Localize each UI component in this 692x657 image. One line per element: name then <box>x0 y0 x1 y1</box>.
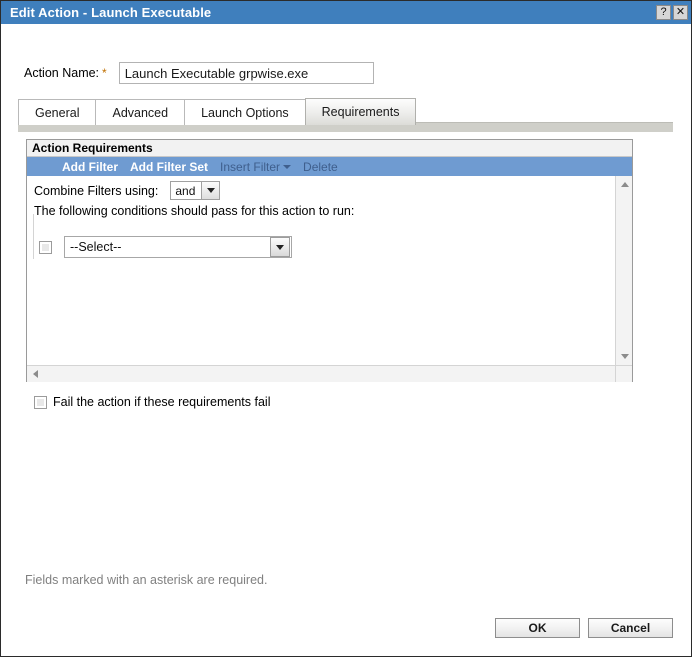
tab-requirements-label: Requirements <box>321 105 400 119</box>
fail-action-checkbox[interactable] <box>34 395 47 409</box>
add-filter-set-button[interactable]: Add Filter Set <box>130 160 208 174</box>
cancel-button[interactable]: Cancel <box>588 618 673 638</box>
help-icon[interactable]: ? <box>656 5 671 20</box>
tab-launch-options[interactable]: Launch Options <box>184 99 306 125</box>
filter-row: --Select-- <box>27 236 632 258</box>
scroll-down-icon[interactable] <box>616 348 633 365</box>
scrollbar-corner <box>615 365 632 382</box>
tab-strip: General Advanced Launch Options Requirem… <box>1 98 691 132</box>
fail-action-row: Fail the action if these requirements fa… <box>34 395 270 409</box>
panel-body: Combine Filters using: and The following… <box>27 176 632 382</box>
combine-operator-select[interactable]: and <box>170 181 221 200</box>
tab-general-label: General <box>35 105 80 120</box>
chevron-down-icon <box>201 182 220 199</box>
filter-row-checkbox[interactable] <box>39 240 52 254</box>
fail-action-label: Fail the action if these requirements fa… <box>53 395 271 409</box>
tab-advanced-label: Advanced <box>112 105 169 120</box>
action-requirements-panel: Action Requirements Add Filter Add Filte… <box>26 139 633 382</box>
conditions-hint: The following conditions should pass for… <box>34 204 355 218</box>
tab-launch-options-label: Launch Options <box>201 105 289 120</box>
combine-filters-row: Combine Filters using: and <box>27 176 632 200</box>
tab-requirements[interactable]: Requirements <box>304 98 417 125</box>
scroll-left-icon[interactable] <box>27 366 44 382</box>
panel-header: Action Requirements <box>27 140 632 157</box>
filter-condition-value: --Select-- <box>70 240 122 254</box>
required-fields-note: Fields marked with an asterisk are requi… <box>25 573 268 587</box>
insert-filter-button[interactable]: Insert Filter <box>220 159 292 174</box>
chevron-down-icon <box>283 165 292 170</box>
title-bar-buttons: ? ✕ <box>656 5 688 20</box>
action-name-label: Action Name: <box>24 66 100 80</box>
title-bar: Edit Action - Launch Executable ? ✕ <box>1 1 691 24</box>
combine-filters-label: Combine Filters using: <box>34 183 159 198</box>
filter-toolbar: Add Filter Add Filter Set Insert Filter … <box>27 157 632 176</box>
panel-vertical-scrollbar[interactable] <box>615 176 632 365</box>
add-filter-button[interactable]: Add Filter <box>62 160 118 174</box>
filter-condition-select[interactable]: --Select-- <box>64 236 292 258</box>
close-icon[interactable]: ✕ <box>673 5 688 20</box>
edit-action-dialog: Edit Action - Launch Executable ? ✕ Acti… <box>0 0 692 657</box>
window-title: Edit Action - Launch Executable <box>10 5 212 20</box>
combine-operator-value: and <box>175 183 196 198</box>
dialog-button-row: OK Cancel <box>1 618 691 638</box>
tab-advanced[interactable]: Advanced <box>95 99 186 125</box>
action-name-row: Action Name: * <box>1 61 691 85</box>
tab-list: General Advanced Launch Options Requirem… <box>18 98 417 125</box>
panel-horizontal-scrollbar[interactable] <box>27 365 632 382</box>
scroll-up-icon[interactable] <box>616 176 633 193</box>
tab-general[interactable]: General <box>18 99 97 125</box>
required-asterisk: * <box>102 66 107 80</box>
ok-button[interactable]: OK <box>495 618 580 638</box>
insert-filter-label: Insert Filter <box>220 159 281 174</box>
chevron-down-icon <box>270 237 290 257</box>
action-name-input[interactable] <box>118 62 374 84</box>
delete-filter-button[interactable]: Delete <box>303 160 338 174</box>
